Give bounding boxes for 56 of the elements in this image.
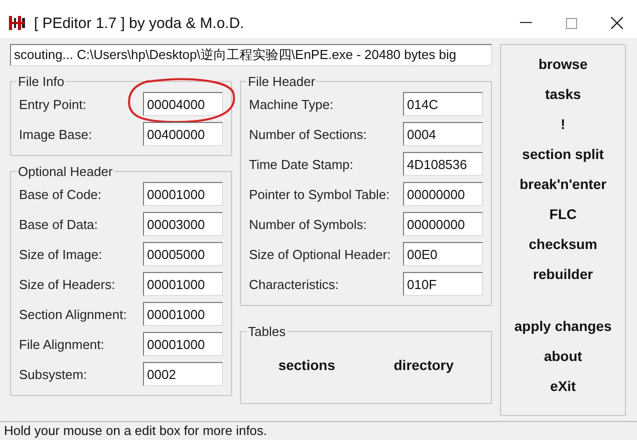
minimize-icon[interactable] bbox=[520, 22, 532, 24]
maximize-icon[interactable] bbox=[566, 18, 577, 28]
value-field[interactable]: 00005000 bbox=[143, 242, 223, 266]
table-button[interactable]: sections bbox=[274, 355, 340, 375]
field-label: Size of Image: bbox=[19, 246, 102, 262]
value-field[interactable]: 00400000 bbox=[143, 122, 223, 146]
value-field[interactable]: 0002 bbox=[143, 362, 223, 386]
value-field[interactable]: 00003000 bbox=[143, 212, 223, 236]
value-field[interactable]: 4D108536 bbox=[403, 152, 483, 176]
field-label: Time Date Stamp: bbox=[249, 156, 354, 172]
field-label: Base of Code: bbox=[19, 186, 102, 202]
value-field[interactable]: 00000000 bbox=[403, 212, 483, 236]
command-button[interactable]: checksum bbox=[524, 231, 602, 257]
value-field[interactable]: 0004 bbox=[403, 122, 483, 146]
command-button[interactable]: about bbox=[540, 343, 586, 369]
group-title: File Header bbox=[247, 74, 316, 89]
command-button[interactable]: eXit bbox=[546, 373, 580, 399]
group-title: Optional Header bbox=[17, 164, 114, 179]
command-button[interactable]: apply changes bbox=[510, 313, 616, 339]
group-title: Tables bbox=[247, 324, 287, 339]
field-label: Machine Type: bbox=[249, 96, 334, 112]
command-button[interactable]: tasks bbox=[541, 81, 585, 107]
field-label: Characteristics: bbox=[249, 276, 339, 292]
value-field[interactable]: 00001000 bbox=[143, 302, 223, 326]
value-field[interactable]: 00004000 bbox=[143, 92, 223, 116]
value-field[interactable]: 00000000 bbox=[403, 182, 483, 206]
value-field[interactable]: 00001000 bbox=[143, 332, 223, 356]
close-icon[interactable] bbox=[611, 17, 623, 29]
table-button[interactable]: directory bbox=[390, 355, 458, 375]
field-label: Image Base: bbox=[19, 126, 92, 142]
field-label: Base of Data: bbox=[19, 216, 98, 232]
file-path-field[interactable]: scouting... C:\Users\hp\Desktop\逆向工程实验四\EnPE.exe - 20480 bytes big bbox=[10, 44, 492, 66]
status-bar: Hold your mouse on a edit box for more infos. bbox=[0, 421, 637, 440]
command-button[interactable]: section split bbox=[518, 141, 608, 167]
field-label: Entry Point: bbox=[19, 96, 86, 112]
field-label: Number of Symbols: bbox=[249, 216, 367, 232]
field-label: Size of Optional Header: bbox=[249, 246, 391, 262]
group-title: File Info bbox=[17, 74, 66, 89]
field-label: Pointer to Symbol Table: bbox=[249, 186, 390, 202]
field-label: Number of Sections: bbox=[249, 126, 367, 142]
command-button[interactable]: browse bbox=[534, 51, 592, 77]
value-field[interactable]: 014C bbox=[403, 92, 483, 116]
command-button[interactable]: FLC bbox=[545, 201, 581, 227]
field-label: Subsystem: bbox=[19, 366, 87, 382]
command-button[interactable]: ! bbox=[556, 111, 570, 137]
command-button[interactable]: rebuilder bbox=[529, 261, 597, 287]
field-label: Section Alignment: bbox=[19, 306, 127, 322]
field-label: File Alignment: bbox=[19, 336, 104, 352]
window-title: [ PEditor 1.7 ] by yoda & M.o.D. bbox=[34, 14, 244, 32]
command-button[interactable]: break'n'enter bbox=[516, 171, 610, 197]
value-field[interactable]: 010F bbox=[403, 272, 483, 296]
value-field[interactable]: 00001000 bbox=[143, 272, 223, 296]
app-icon bbox=[8, 14, 26, 32]
value-field[interactable]: 00001000 bbox=[143, 182, 223, 206]
value-field[interactable]: 00E0 bbox=[403, 242, 483, 266]
field-label: Size of Headers: bbox=[19, 276, 116, 292]
